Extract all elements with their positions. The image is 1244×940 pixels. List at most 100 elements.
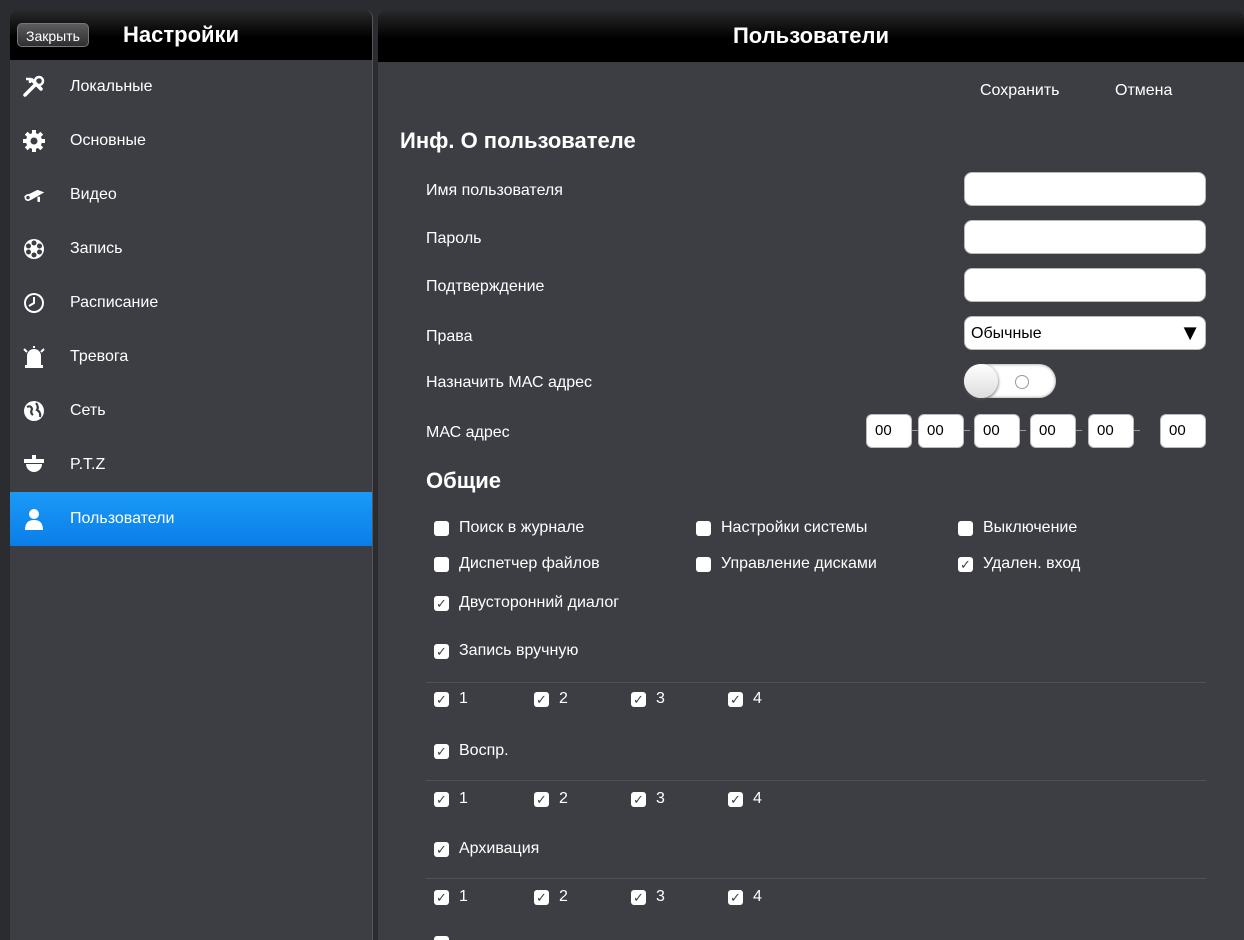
checkbox[interactable] [696, 520, 711, 536]
mac-octet-input[interactable]: 00 [974, 414, 1020, 448]
close-button[interactable]: Закрыть [17, 23, 89, 47]
rights-select[interactable]: Обычные ▼ [964, 316, 1206, 350]
checkbox[interactable]: ✓ [534, 889, 549, 905]
mac-label: МАС адрес [426, 424, 510, 441]
permission-two-way-talk[interactable]: ✓ Двусторонний диалог [434, 594, 619, 612]
mac-octet-input[interactable]: 00 [1160, 414, 1206, 448]
checkbox[interactable]: ✓ [728, 791, 743, 807]
checkbox[interactable]: ✓ [434, 841, 449, 857]
checkbox-label: Выключение [983, 519, 1078, 536]
sidebar-item-label: Запись [70, 240, 123, 257]
assign-mac-toggle[interactable] [964, 364, 1056, 398]
general-title: Общие [426, 468, 502, 493]
checkbox[interactable] [958, 520, 973, 536]
permission-disk-management[interactable]: Управление дисками [696, 555, 877, 573]
permission-system-settings[interactable]: Настройки системы [696, 519, 867, 537]
channel-checkbox[interactable]: ✓ 3 [631, 888, 665, 906]
checkbox[interactable]: ✓ [631, 889, 646, 905]
checkbox[interactable] [434, 520, 449, 536]
sidebar-item-users[interactable]: Пользователи [10, 492, 372, 546]
sidebar-item-record[interactable]: Запись [10, 222, 372, 276]
checkbox[interactable]: ✓ [434, 743, 449, 759]
permission-remote-login[interactable]: ✓ Удален. вход [958, 555, 1080, 573]
tools-icon [22, 75, 46, 99]
checkbox[interactable]: ✓ [434, 595, 449, 611]
camera-icon [22, 183, 46, 207]
password-label: Пароль [426, 230, 482, 247]
permission-file-manager[interactable]: Диспетчер файлов [434, 555, 600, 573]
password-input[interactable] [964, 220, 1206, 254]
permission-log-search[interactable]: Поиск в журнале [434, 519, 584, 537]
username-input[interactable] [964, 172, 1206, 206]
sidebar-item-ptz[interactable]: P.T.Z [10, 438, 372, 492]
sidebar-item-general[interactable]: Основные [10, 114, 372, 168]
mac-octet-input[interactable]: 00 [918, 414, 964, 448]
channel-checkbox[interactable]: ✓ 1 [434, 888, 468, 906]
channel-label: 1 [459, 790, 468, 807]
sidebar-item-alarm[interactable]: Тревога [10, 330, 372, 384]
cancel-button[interactable]: Отмена [1115, 82, 1172, 100]
checkbox-label: Архивация [459, 840, 540, 857]
channel-checkbox[interactable]: ✓ 2 [534, 888, 568, 906]
divider [426, 682, 1206, 683]
next-group-checkbox[interactable] [434, 936, 459, 940]
checkbox[interactable] [696, 556, 711, 572]
sidebar-header: Закрыть Настройки [10, 10, 372, 60]
sidebar-item-video[interactable]: Видео [10, 168, 372, 222]
confirm-password-input[interactable] [964, 268, 1206, 302]
channel-label: 4 [753, 790, 762, 807]
sidebar-title: Настройки [123, 22, 240, 47]
channel-checkbox[interactable]: ✓ 3 [631, 690, 665, 708]
dropdown-arrow-icon: ▼ [1179, 320, 1201, 345]
checkbox[interactable]: ✓ [631, 691, 646, 707]
group-manual-record[interactable]: ✓ Запись вручную [434, 642, 578, 660]
checkbox[interactable]: ✓ [958, 556, 973, 572]
checkbox-label: Воспр. [459, 742, 509, 759]
checkbox[interactable]: ✓ [434, 889, 449, 905]
checkbox[interactable]: ✓ [434, 791, 449, 807]
checkbox[interactable]: ✓ [631, 791, 646, 807]
user-info-title: Инф. О пользователе [400, 128, 636, 153]
group-playback[interactable]: ✓ Воспр. [434, 742, 509, 760]
channel-checkbox[interactable]: ✓ 1 [434, 690, 468, 708]
save-button[interactable]: Сохранить [980, 82, 1060, 100]
sidebar-item-local[interactable]: Локальные [10, 60, 372, 114]
sidebar-nav: Локальные Основные Видео Запись Расписан… [10, 60, 372, 546]
sidebar-item-network[interactable]: Сеть [10, 384, 372, 438]
channel-label: 4 [753, 690, 762, 707]
channel-checkbox[interactable]: ✓ 2 [534, 690, 568, 708]
toggle-knob [964, 364, 998, 398]
checkbox[interactable]: ✓ [534, 791, 549, 807]
sidebar-item-label: P.T.Z [70, 456, 106, 473]
checkbox-label: Управление дисками [721, 555, 877, 572]
sidebar-item-label: Расписание [70, 294, 159, 311]
channel-checkbox[interactable]: ✓ 4 [728, 690, 762, 708]
checkbox[interactable]: ✓ [434, 643, 449, 659]
sidebar-item-schedule[interactable]: Расписание [10, 276, 372, 330]
channel-checkbox[interactable]: ✓ 1 [434, 790, 468, 808]
checkbox[interactable] [434, 936, 449, 940]
checkbox[interactable]: ✓ [728, 691, 743, 707]
checkbox[interactable] [434, 556, 449, 572]
mac-separator [1076, 430, 1082, 431]
channel-checkbox[interactable]: ✓ 2 [534, 790, 568, 808]
permission-shutdown[interactable]: Выключение [958, 519, 1077, 537]
group-backup[interactable]: ✓ Архивация [434, 840, 539, 858]
checkbox-label: Настройки системы [721, 519, 868, 536]
checkbox[interactable]: ✓ [434, 691, 449, 707]
channel-checkbox[interactable]: ✓ 3 [631, 790, 665, 808]
clock-icon [22, 291, 46, 315]
channel-label: 1 [459, 690, 468, 707]
mac-octet-input[interactable]: 00 [1088, 414, 1134, 448]
username-label: Имя пользователя [426, 182, 563, 199]
channel-checkbox[interactable]: ✓ 4 [728, 888, 762, 906]
checkbox[interactable]: ✓ [534, 691, 549, 707]
channel-label: 2 [559, 888, 568, 905]
channel-checkbox[interactable]: ✓ 4 [728, 790, 762, 808]
mac-octet-input[interactable]: 00 [866, 414, 912, 448]
globe-icon [22, 399, 46, 423]
mac-octet-input[interactable]: 00 [1030, 414, 1076, 448]
checkbox-label: Диспетчер файлов [459, 555, 600, 572]
checkbox[interactable]: ✓ [728, 889, 743, 905]
settings-sidebar: Закрыть Настройки Локальные Основные Вид… [10, 10, 373, 940]
